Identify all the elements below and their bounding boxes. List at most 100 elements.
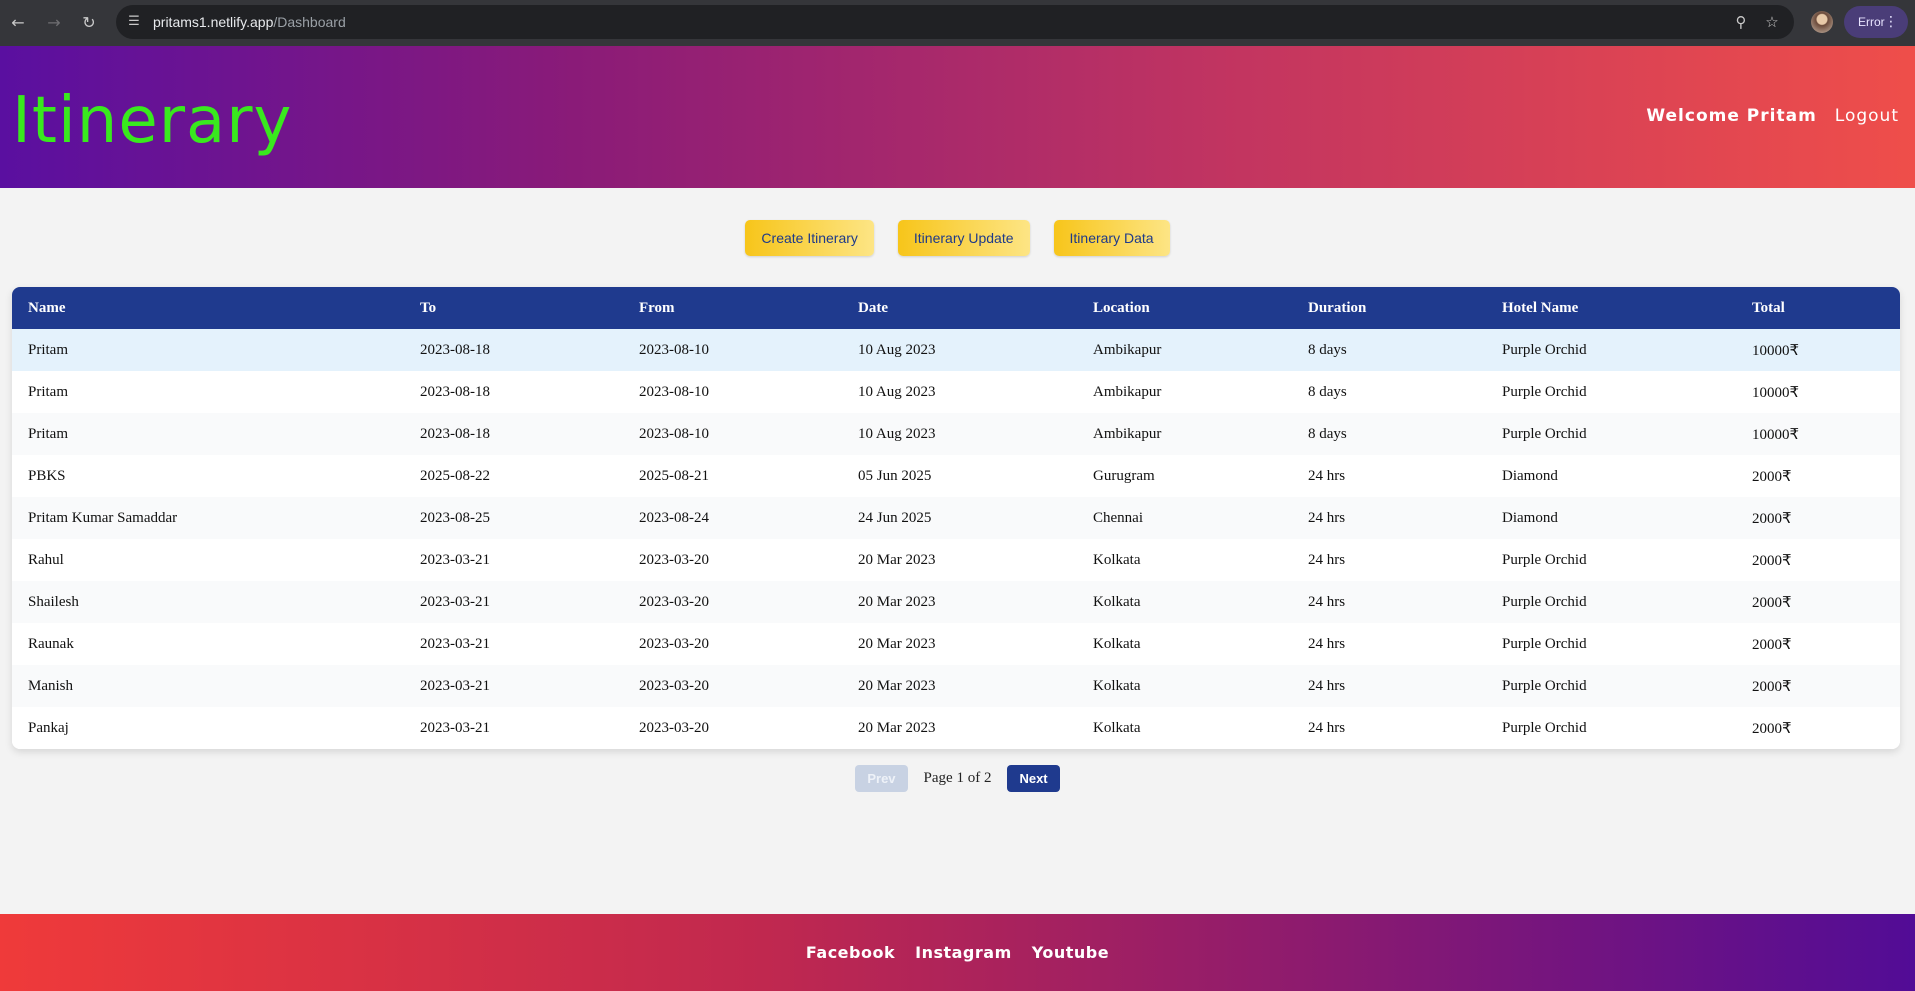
table-row[interactable]: Pritam 2023-08-18 2023-08-10 10 Aug 2023 Amb… <box>12 413 1900 455</box>
column-header: Location <box>1093 299 1150 316</box>
table-row[interactable]: Pankaj 2023-03-21 2023-03-20 20 Mar 2023 Kol… <box>12 707 1900 749</box>
page-indicator: Page 1 of 2 <box>923 770 992 786</box>
brand-title[interactable]: Itinerary <box>12 84 292 158</box>
table-cell: 10 Aug 2023 <box>858 425 936 442</box>
column-header: Hotel Name <box>1502 299 1579 316</box>
address-bar[interactable]: ☰ pritams1.netlify.app/Dashboard ⚲ ☆ <box>116 5 1794 39</box>
table-cell: 2000₹ <box>1752 720 1792 737</box>
table-header-row: Name To From Date Location Duration Hotel Name… <box>12 287 1900 329</box>
table-cell: 2023-03-20 <box>639 719 709 736</box>
table-cell: Purple Orchid <box>1502 719 1587 736</box>
site-footer: Facebook Instagram Youtube <box>0 914 1915 991</box>
url-host: pritams1.netlify.app <box>153 14 274 30</box>
table-cell: Chennai <box>1093 509 1143 526</box>
table-cell: 10000₹ <box>1752 426 1800 443</box>
back-arrow-icon[interactable]: ← <box>6 11 30 35</box>
table-cell: 24 hrs <box>1308 509 1346 526</box>
table-cell: Diamond <box>1502 509 1558 526</box>
footer-link-facebook[interactable]: Facebook <box>806 943 895 962</box>
table-cell: Purple Orchid <box>1502 425 1587 442</box>
table-cell: 2023-08-10 <box>639 341 709 358</box>
table-cell: 2000₹ <box>1752 468 1792 485</box>
reload-icon[interactable]: ↻ <box>77 11 101 35</box>
table-cell: 05 Jun 2025 <box>858 467 932 484</box>
table-cell: 2023-08-24 <box>639 509 709 526</box>
table-cell: 2023-03-20 <box>639 677 709 694</box>
next-page-button[interactable]: Next <box>1007 765 1060 792</box>
table-cell: 2025-08-21 <box>639 467 709 484</box>
table-cell: 10000₹ <box>1752 342 1800 359</box>
itinerary-data-button[interactable]: Itinerary Data <box>1053 220 1170 256</box>
column-header: Name <box>28 299 66 316</box>
site-header: Itinerary Welcome Pritam Logout <box>0 46 1915 188</box>
table-cell: Manish <box>28 677 73 694</box>
table-cell: 10000₹ <box>1752 384 1800 401</box>
url-text[interactable]: pritams1.netlify.app/Dashboard <box>153 5 346 39</box>
table-cell: 24 hrs <box>1308 467 1346 484</box>
more-menu-icon[interactable]: ⋮ <box>1884 6 1898 38</box>
footer-link-instagram[interactable]: Instagram <box>915 943 1012 962</box>
table-cell: 2023-03-21 <box>420 635 490 652</box>
table-cell: 2023-03-20 <box>639 635 709 652</box>
table-cell: 24 hrs <box>1308 635 1346 652</box>
table-cell: 2023-08-25 <box>420 509 490 526</box>
column-header: To <box>420 299 437 316</box>
column-header: From <box>639 299 675 316</box>
site-settings-icon[interactable]: ☰ <box>124 12 144 32</box>
table-cell: Shailesh <box>28 593 79 610</box>
table-cell: 2023-03-21 <box>420 677 490 694</box>
itinerary-table-container: Name To From Date Location Duration Hotel Name… <box>12 287 1900 749</box>
table-row[interactable]: Pritam 2023-08-18 2023-08-10 10 Aug 2023 Amb… <box>12 329 1900 371</box>
table-cell: Purple Orchid <box>1502 593 1587 610</box>
table-cell: 24 hrs <box>1308 677 1346 694</box>
table-cell: Pritam <box>28 341 68 358</box>
table-cell: 2023-03-21 <box>420 551 490 568</box>
create-itinerary-button[interactable]: Create Itinerary <box>745 220 874 256</box>
table-row[interactable]: Shailesh 2023-03-21 2023-03-20 20 Mar 2023 K… <box>12 581 1900 623</box>
table-row[interactable]: Pritam 2023-08-18 2023-08-10 10 Aug 2023 Amb… <box>12 371 1900 413</box>
table-cell: Pankaj <box>28 719 69 736</box>
profile-error-button[interactable]: Error ⋮ <box>1844 6 1908 38</box>
table-cell: Ambikapur <box>1093 425 1162 442</box>
table-cell: Pritam Kumar Samaddar <box>28 509 178 526</box>
table-cell: Purple Orchid <box>1502 383 1587 400</box>
table-body: Pritam 2023-08-18 2023-08-10 10 Aug 2023 Amb… <box>12 329 1900 749</box>
table-row[interactable]: Manish 2023-03-21 2023-03-20 20 Mar 2023 Kol… <box>12 665 1900 707</box>
prev-page-button[interactable]: Prev <box>855 765 908 792</box>
table-cell: 2023-08-10 <box>639 383 709 400</box>
table-cell: 2000₹ <box>1752 594 1792 611</box>
table-cell: 2025-08-22 <box>420 467 490 484</box>
table-cell: 2023-03-21 <box>420 719 490 736</box>
footer-link-youtube[interactable]: Youtube <box>1032 943 1109 962</box>
table-cell: 24 hrs <box>1308 593 1346 610</box>
table-cell: Kolkata <box>1093 593 1141 610</box>
password-key-icon[interactable]: ⚲ <box>1730 12 1752 32</box>
table-cell: 2000₹ <box>1752 552 1792 569</box>
table-cell: Pritam <box>28 383 68 400</box>
action-bar: Create Itinerary Itinerary Update Itiner… <box>0 220 1915 256</box>
forward-arrow-icon[interactable]: → <box>42 11 66 35</box>
table-row[interactable]: Raunak 2023-03-21 2023-03-20 20 Mar 2023 Kol… <box>12 623 1900 665</box>
profile-error-label: Error <box>1858 15 1885 29</box>
table-row[interactable]: Rahul 2023-03-21 2023-03-20 20 Mar 2023 Kolk… <box>12 539 1900 581</box>
itinerary-update-button[interactable]: Itinerary Update <box>897 220 1030 256</box>
table-cell: Kolkata <box>1093 677 1141 694</box>
table-cell: Diamond <box>1502 467 1558 484</box>
table-row[interactable]: PBKS 2025-08-22 2025-08-21 05 Jun 2025 Gurug… <box>12 455 1900 497</box>
table-cell: 20 Mar 2023 <box>858 551 936 568</box>
header-nav: Welcome Pritam Logout <box>1646 106 1899 126</box>
table-cell: 2023-08-18 <box>420 383 490 400</box>
column-header: Duration <box>1308 299 1367 316</box>
url-path: /Dashboard <box>273 14 346 30</box>
table-cell: Purple Orchid <box>1502 635 1587 652</box>
profile-avatar[interactable] <box>1811 11 1833 33</box>
table-cell: Purple Orchid <box>1502 677 1587 694</box>
table-cell: 24 hrs <box>1308 551 1346 568</box>
table-row[interactable]: Pritam Kumar Samaddar 2023-08-25 2023-08-2… <box>12 497 1900 539</box>
table-cell: 24 hrs <box>1308 719 1346 736</box>
table-cell: Pritam <box>28 425 68 442</box>
bookmark-star-icon[interactable]: ☆ <box>1761 12 1783 32</box>
column-header: Date <box>858 299 888 316</box>
table-cell: PBKS <box>28 467 66 484</box>
logout-link[interactable]: Logout <box>1835 106 1899 126</box>
